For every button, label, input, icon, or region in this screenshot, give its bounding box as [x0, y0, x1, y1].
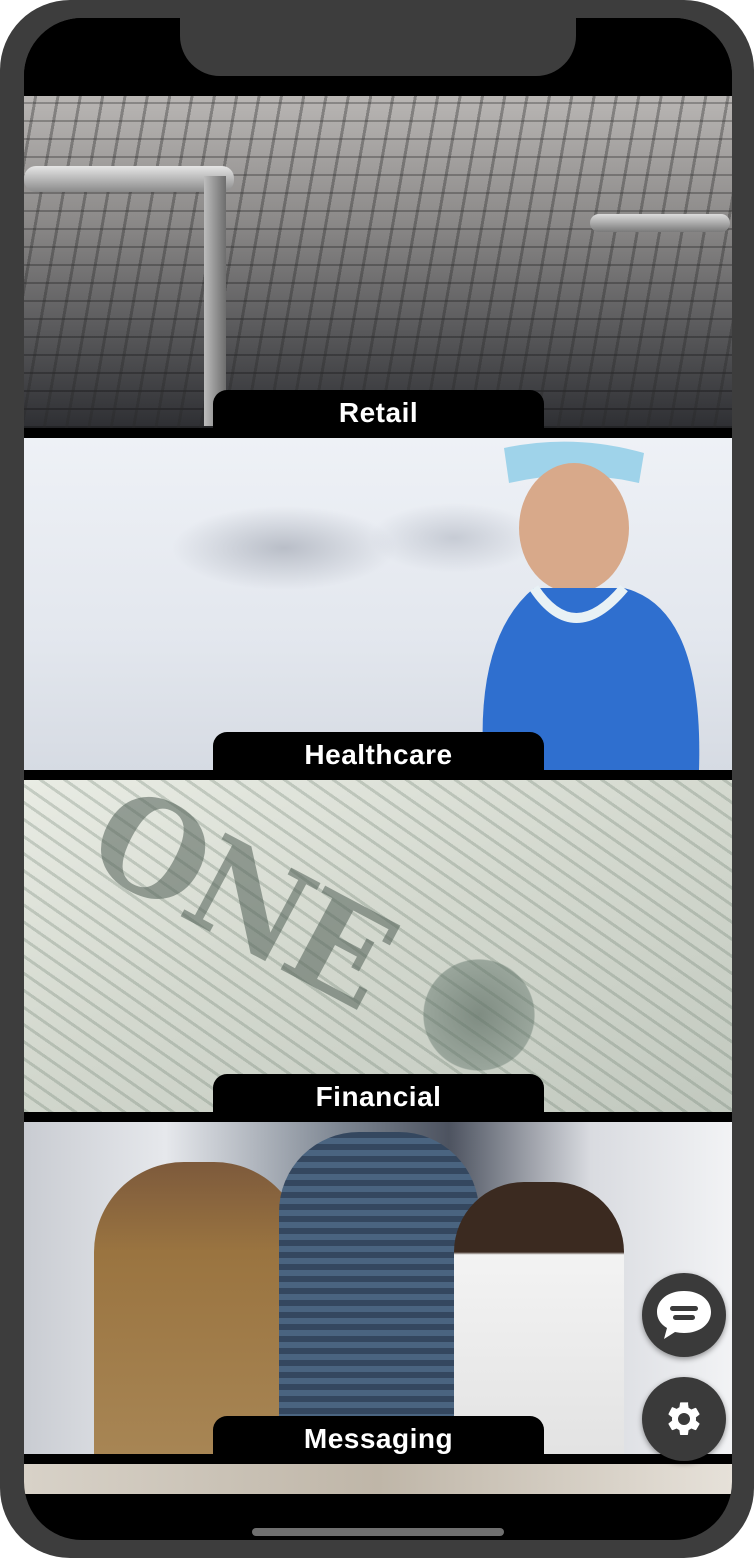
- app-screen: Retail Healthcare ONE Financial Messagin…: [24, 18, 732, 1540]
- healthcare-photo: [24, 438, 732, 770]
- cart-rail-post: [204, 176, 226, 426]
- chat-button[interactable]: [642, 1273, 726, 1357]
- category-tile-partial[interactable]: [24, 1464, 732, 1494]
- home-indicator[interactable]: [252, 1528, 504, 1536]
- cart-rail: [24, 166, 234, 192]
- settings-button[interactable]: [642, 1377, 726, 1461]
- person-figure: [279, 1132, 479, 1454]
- tile-label: Financial: [213, 1074, 544, 1112]
- chat-bubble-icon: [657, 1291, 711, 1339]
- device-notch: [180, 18, 576, 76]
- messaging-photo: [24, 1122, 732, 1454]
- tile-label: Healthcare: [213, 732, 544, 770]
- category-tile-messaging[interactable]: Messaging: [24, 1122, 732, 1454]
- category-tile-healthcare[interactable]: Healthcare: [24, 438, 732, 770]
- gear-icon: [668, 1402, 700, 1435]
- banknote-graphic: ONE: [66, 780, 415, 1038]
- retail-photo: [24, 96, 732, 428]
- financial-photo: ONE: [24, 780, 732, 1112]
- category-tile-financial[interactable]: ONE Financial: [24, 780, 732, 1112]
- doctor-figure: [482, 441, 700, 770]
- category-tile-retail[interactable]: Retail: [24, 96, 732, 428]
- person-figure: [454, 1182, 624, 1454]
- device-frame: Retail Healthcare ONE Financial Messagin…: [0, 0, 754, 1558]
- tile-label: Messaging: [213, 1416, 544, 1454]
- tile-label: Retail: [213, 390, 544, 428]
- cart-rail-right: [590, 214, 730, 232]
- person-figure: [94, 1162, 304, 1454]
